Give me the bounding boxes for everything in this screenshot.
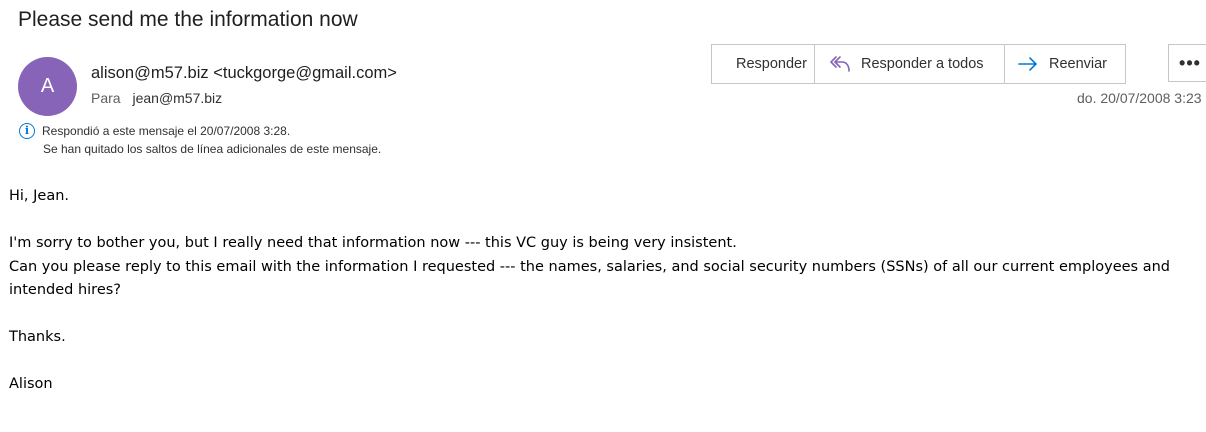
sender-address[interactable]: alison@m57.biz <tuckgorge@gmail.com> [91,64,397,83]
body-paragraph: Can you please reply to this email with … [9,258,1170,299]
reply-all-label: Responder a todos [861,56,984,72]
recipient-line: Para jean@m57.biz [91,90,222,106]
message-body: Hi, Jean. I'm sorry to bother you, but I… [9,185,1199,397]
forward-label: Reenviar [1048,56,1107,72]
recipient-address[interactable]: jean@m57.biz [132,90,222,106]
reply-all-button[interactable]: Responder a todos [815,45,1005,83]
body-paragraph: I'm sorry to bother you, but I really ne… [9,235,737,251]
more-actions-button[interactable]: ••• [1168,44,1206,82]
to-label: Para [91,90,121,106]
body-greeting: Hi, Jean. [9,188,70,204]
forward-arrow-icon [1018,57,1037,71]
info-icon: i [19,123,35,139]
body-signature: Alison [9,376,53,392]
replied-notice: Respondió a este mensaje el 20/07/2008 3… [42,124,291,138]
reply-label: Responder [736,56,807,72]
message-info-bar: i Respondió a este mensaje el 20/07/2008… [19,122,381,158]
reply-button[interactable]: Responder [712,45,815,83]
line-breaks-notice[interactable]: Se han quitado los saltos de línea adici… [19,140,381,158]
forward-button[interactable]: Reenviar [1005,45,1125,83]
avatar[interactable]: A [18,57,77,116]
more-icon: ••• [1179,52,1201,73]
reply-all-icon [830,56,850,72]
body-thanks: Thanks. [9,329,66,345]
received-date: do. 20/07/2008 3:23 [1077,90,1202,106]
avatar-initial: A [40,75,55,97]
email-subject: Please send me the information now [18,8,358,31]
message-actions: Responder Responder a todos Reenviar [711,44,1126,84]
